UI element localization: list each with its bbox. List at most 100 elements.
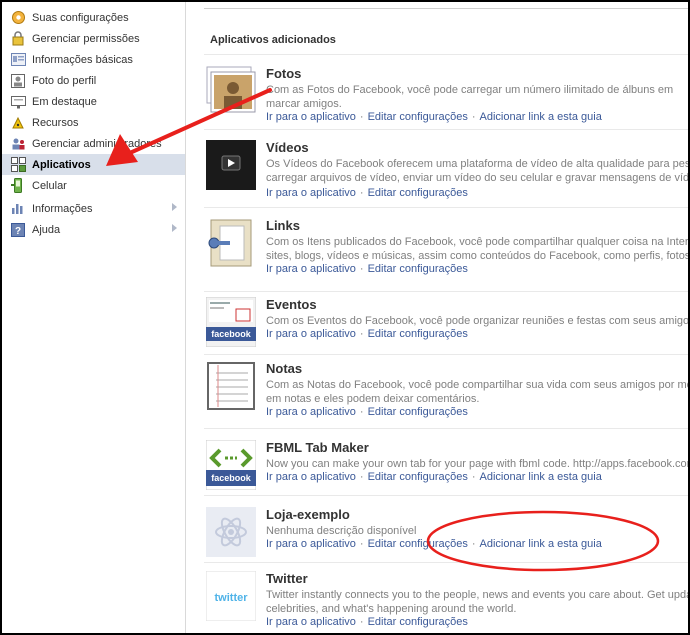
- link-separator: ·: [359, 187, 364, 199]
- app-row-videos: Vídeos Os Vídeos do Facebook oferecem um…: [204, 140, 688, 208]
- sidebar-item-gerenciar-permissoes[interactable]: Gerenciar permissões: [2, 28, 185, 49]
- default-app-icon: [206, 507, 256, 557]
- app-description-line: em notas e eles podem deixar comentários…: [266, 393, 480, 405]
- app-links: Ir para o aplicativo · Editar configuraçõe…: [266, 111, 602, 123]
- app-links: Ir para o aplicativo · Editar configuraçõe…: [266, 538, 602, 550]
- sidebar-item-label: Aplicativos: [32, 158, 91, 171]
- notes-app-icon: [206, 361, 256, 411]
- settings-gear-icon: [10, 10, 26, 26]
- link-separator: ·: [359, 111, 364, 123]
- app-name: Notas: [266, 361, 303, 376]
- row-divider: [204, 207, 688, 208]
- app-description: Com os Eventos do Facebook, você pode or…: [266, 314, 690, 328]
- link-separator: ·: [359, 328, 364, 340]
- link-separator: ·: [471, 111, 476, 123]
- app-description-line: carregar arquivos de vídeo, enviar um ví…: [266, 172, 690, 184]
- svg-text:?: ?: [15, 226, 21, 237]
- sidebar-item-label: Informações básicas: [32, 53, 133, 66]
- edit-settings-link[interactable]: Editar configurações: [368, 111, 468, 123]
- sidebar-item-label: Gerenciar administradores: [32, 137, 162, 150]
- app-description-line: Com as Fotos do Facebook, você pode carr…: [266, 84, 674, 96]
- app-links: Ir para o aplicativo · Editar configuraçõe…: [266, 471, 602, 483]
- edit-settings-link[interactable]: Editar configurações: [368, 406, 468, 418]
- left-sidebar: Suas configurações Gerenciar permissões …: [2, 2, 185, 633]
- go-to-app-link[interactable]: Ir para o aplicativo: [266, 111, 356, 123]
- app-name: Fotos: [266, 66, 302, 81]
- row-divider: [204, 562, 688, 563]
- app-links: Ir para o aplicativo · Editar configuraçõe…: [266, 406, 468, 418]
- app-description: Twitter instantly connects you to the pe…: [266, 588, 690, 616]
- app-description-line: Twitter instantly connects you to the pe…: [266, 589, 690, 601]
- expand-arrow-icon[interactable]: [172, 224, 177, 232]
- app-description-line: Os Vídeos do Facebook oferecem uma plata…: [266, 158, 690, 170]
- facebook-logo-text: facebook: [211, 329, 252, 339]
- sidebar-item-ajuda[interactable]: ? Ajuda: [2, 219, 185, 240]
- go-to-app-link[interactable]: Ir para o aplicativo: [266, 328, 356, 340]
- app-row-notas: Notas Com as Notas do Facebook, você pod…: [204, 361, 688, 429]
- app-description-line: marcar amigos.: [266, 98, 342, 110]
- edit-settings-link[interactable]: Editar configurações: [368, 187, 468, 199]
- edit-settings-link[interactable]: Editar configurações: [368, 616, 468, 628]
- screenshot-frame: Suas configurações Gerenciar permissões …: [0, 0, 690, 635]
- sidebar-item-informacoes-basicas[interactable]: Informações básicas: [2, 49, 185, 70]
- add-tab-link[interactable]: Adicionar link a esta guia: [480, 471, 602, 483]
- app-description: Nenhuma descrição disponível: [266, 524, 688, 538]
- main-content: Aplicativos adicionados Fotos Com as Fot…: [186, 2, 688, 633]
- sidebar-item-label: Gerenciar permissões: [32, 32, 140, 45]
- link-separator: ·: [471, 538, 476, 550]
- twitter-app-icon: twitter: [206, 571, 256, 621]
- sidebar-item-em-destaque[interactable]: Em destaque: [2, 91, 185, 112]
- sidebar-item-aplicativos[interactable]: Aplicativos: [2, 154, 185, 175]
- app-name: Links: [266, 218, 300, 233]
- edit-settings-link[interactable]: Editar configurações: [368, 263, 468, 275]
- insights-chart-icon: [10, 201, 26, 217]
- sidebar-item-celular[interactable]: Celular: [2, 175, 185, 196]
- sidebar-item-gerenciar-administradores[interactable]: Gerenciar administradores: [2, 133, 185, 154]
- go-to-app-link[interactable]: Ir para o aplicativo: [266, 406, 356, 418]
- app-name: FBML Tab Maker: [266, 440, 369, 455]
- sidebar-item-label: Foto do perfil: [32, 74, 97, 87]
- sidebar-item-label: Ajuda: [32, 223, 61, 236]
- go-to-app-link[interactable]: Ir para o aplicativo: [266, 187, 356, 199]
- row-divider: [204, 291, 688, 292]
- go-to-app-link[interactable]: Ir para o aplicativo: [266, 263, 356, 275]
- sidebar-item-foto-do-perfil[interactable]: Foto do perfil: [2, 70, 185, 91]
- go-to-app-link[interactable]: Ir para o aplicativo: [266, 471, 356, 483]
- events-app-icon: facebook: [206, 297, 256, 347]
- link-separator: ·: [359, 406, 364, 418]
- app-description: Com as Notas do Facebook, você pode comp…: [266, 378, 688, 406]
- admins-icon: [10, 136, 26, 152]
- app-name: Twitter: [266, 571, 308, 586]
- sidebar-item-recursos[interactable]: Recursos: [2, 112, 185, 133]
- edit-settings-link[interactable]: Editar configurações: [368, 328, 468, 340]
- sidebar-item-label: Recursos: [32, 116, 79, 129]
- profile-photo-icon: [10, 73, 26, 89]
- sidebar-item-informacoes[interactable]: Informações: [2, 198, 185, 219]
- expand-arrow-icon[interactable]: [172, 203, 177, 211]
- app-links: Ir para o aplicativo · Editar configuraçõe…: [266, 263, 468, 275]
- app-description-line: Now you can make your own tab for your p…: [266, 458, 690, 470]
- app-name: Eventos: [266, 297, 317, 312]
- applications-icon: [10, 157, 26, 173]
- edit-settings-link[interactable]: Editar configurações: [368, 538, 468, 550]
- row-divider: [204, 495, 688, 496]
- app-row-loja-exemplo: Loja-exemplo Nenhuma descrição disponíve…: [204, 507, 688, 563]
- edit-settings-link[interactable]: Editar configurações: [368, 471, 468, 483]
- add-tab-link[interactable]: Adicionar link a esta guia: [480, 538, 602, 550]
- top-divider: [204, 8, 688, 9]
- app-row-twitter: twitter Twitter Twitter instantly connec…: [204, 571, 688, 633]
- link-separator: ·: [359, 616, 364, 628]
- go-to-app-link[interactable]: Ir para o aplicativo: [266, 538, 356, 550]
- sidebar-item-suas-configuracoes[interactable]: Suas configurações: [2, 7, 185, 28]
- fbml-tab-maker-app-icon: facebook: [206, 440, 256, 490]
- go-to-app-link[interactable]: Ir para o aplicativo: [266, 616, 356, 628]
- add-tab-link[interactable]: Adicionar link a esta guia: [480, 111, 602, 123]
- app-description: Os Vídeos do Facebook oferecem uma plata…: [266, 157, 690, 185]
- sidebar-item-label: Suas configurações: [32, 11, 129, 24]
- app-links: Ir para o aplicativo · Editar configuraçõe…: [266, 187, 468, 199]
- app-description-line: Com os Eventos do Facebook, você pode or…: [266, 315, 690, 327]
- app-description: Now you can make your own tab for your p…: [266, 457, 690, 471]
- app-name: Vídeos: [266, 140, 309, 155]
- facebook-logo-text: facebook: [211, 473, 252, 483]
- link-separator: ·: [359, 538, 364, 550]
